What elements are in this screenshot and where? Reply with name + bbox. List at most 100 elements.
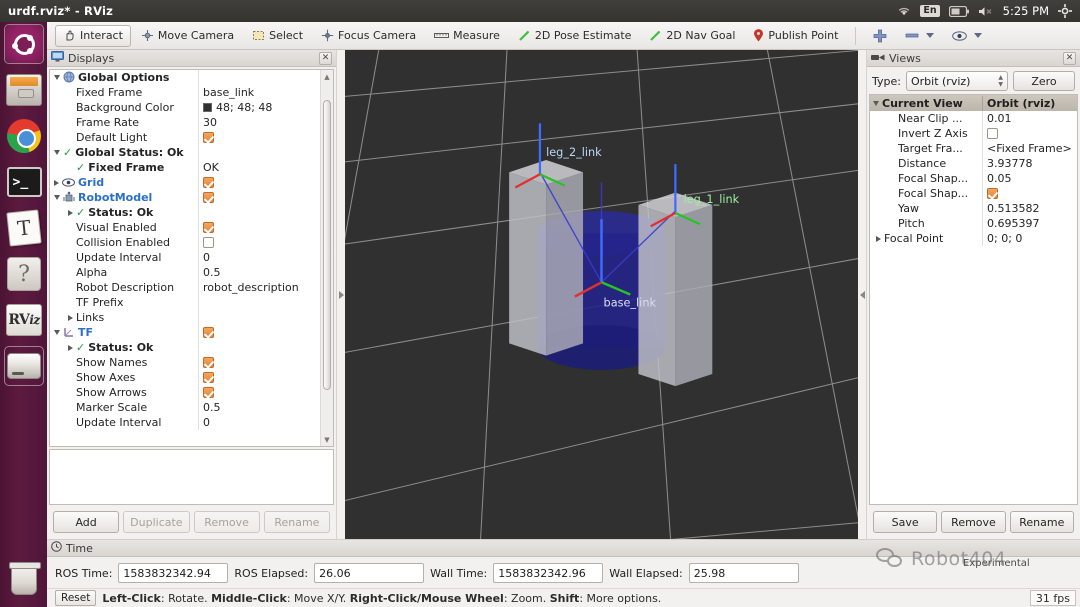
property-value[interactable]: 0.5: [198, 265, 320, 280]
display-property-row[interactable]: Show Axes: [50, 370, 320, 385]
rename-view-button[interactable]: Rename: [1009, 511, 1074, 533]
property-value[interactable]: [198, 145, 320, 160]
chevron-right-icon[interactable]: [68, 314, 73, 321]
keyboard-layout-indicator[interactable]: En: [920, 4, 940, 18]
checkbox-unchecked[interactable]: [203, 237, 214, 248]
tool-measure[interactable]: Measure: [426, 25, 508, 47]
property-value[interactable]: base_link: [198, 85, 320, 100]
remove-tool-dropdown[interactable]: [897, 25, 942, 47]
display-property-row[interactable]: Robot Description robot_description: [50, 280, 320, 295]
launcher-item-rviz[interactable]: RV iz: [4, 300, 44, 340]
checkbox-checked[interactable]: [203, 222, 214, 233]
property-value[interactable]: [198, 130, 320, 145]
property-value[interactable]: [198, 370, 320, 385]
save-view-button[interactable]: Save: [873, 511, 938, 533]
chevron-down-icon[interactable]: [54, 75, 60, 80]
chevron-right-icon[interactable]: [876, 235, 881, 242]
checkbox-checked[interactable]: [203, 372, 214, 383]
remove-view-button[interactable]: Remove: [941, 511, 1006, 533]
scrollbar-thumb[interactable]: [323, 100, 331, 390]
property-value[interactable]: 0: [198, 250, 320, 265]
view-property-row[interactable]: Focal Shap...: [870, 186, 1077, 201]
left-splitter[interactable]: [337, 50, 345, 539]
display-property-row[interactable]: ✓ Status: Ok: [50, 205, 320, 220]
tool-select[interactable]: Select: [244, 25, 311, 47]
display-property-row[interactable]: Marker Scale 0.5: [50, 400, 320, 415]
tool-focus-camera[interactable]: Focus Camera: [313, 25, 424, 47]
view-property-row[interactable]: Yaw 0.513582: [870, 201, 1077, 216]
launcher-item-drive[interactable]: [4, 346, 44, 386]
time-field-input[interactable]: 1583832342.96: [493, 563, 604, 583]
close-icon[interactable]: ✕: [319, 51, 332, 65]
chevron-down-icon[interactable]: [54, 330, 60, 335]
property-value[interactable]: [198, 190, 320, 205]
property-value[interactable]: [982, 186, 1077, 201]
launcher-item-help[interactable]: ?: [4, 254, 44, 294]
display-property-row[interactable]: ✓ Global Status: Ok: [50, 145, 320, 160]
display-property-row[interactable]: Global Options: [50, 70, 320, 85]
chevron-down-icon[interactable]: [873, 100, 879, 106]
display-property-row[interactable]: ✓ Status: Ok: [50, 340, 320, 355]
launcher-item-text-editor[interactable]: T: [4, 208, 44, 248]
chevron-right-icon[interactable]: [68, 344, 73, 351]
display-property-row[interactable]: Collision Enabled: [50, 235, 320, 250]
checkbox-checked[interactable]: [203, 132, 214, 143]
right-splitter[interactable]: [858, 50, 866, 539]
scroll-down-arrow[interactable]: ▼: [323, 434, 331, 445]
display-property-row[interactable]: Update Interval 0: [50, 250, 320, 265]
property-value[interactable]: [198, 310, 320, 325]
tool-2d-nav-goal[interactable]: 2D Nav Goal: [641, 25, 743, 47]
checkbox-checked[interactable]: [203, 327, 214, 338]
view-property-row[interactable]: Target Fra... <Fixed Frame>: [870, 141, 1077, 156]
tool-move-camera[interactable]: Move Camera: [133, 25, 242, 47]
property-value[interactable]: [198, 220, 320, 235]
property-value[interactable]: 0.513582: [982, 201, 1077, 216]
checkbox-checked[interactable]: [203, 387, 214, 398]
property-value[interactable]: [198, 355, 320, 370]
time-field-input[interactable]: 1583832342.94: [118, 563, 229, 583]
zero-button[interactable]: Zero: [1013, 71, 1075, 91]
launcher-item-files[interactable]: [4, 70, 44, 110]
property-value[interactable]: [198, 205, 320, 220]
checkbox-checked[interactable]: [203, 177, 214, 188]
launcher-item-terminal[interactable]: >_: [4, 162, 44, 202]
add-tool-button[interactable]: [865, 25, 895, 47]
displays-tree[interactable]: Global Options Fixed Frame base_link Backgr…: [50, 70, 320, 446]
property-value[interactable]: 0.01: [982, 111, 1077, 126]
displays-scrollbar[interactable]: ▲ ▼: [320, 70, 333, 446]
tool-2d-pose-estimate[interactable]: 2D Pose Estimate: [510, 25, 640, 47]
visibility-dropdown[interactable]: [944, 25, 990, 47]
chevron-down-icon[interactable]: [54, 195, 60, 200]
display-property-row[interactable]: TF Prefix: [50, 295, 320, 310]
display-property-row[interactable]: Frame Rate 30: [50, 115, 320, 130]
view-type-select[interactable]: Orbit (rviz) ▲ ▼: [905, 71, 1008, 91]
chevron-right-icon[interactable]: [54, 179, 59, 186]
checkbox-checked[interactable]: [203, 357, 214, 368]
tray-clock[interactable]: 5:25 PM: [1003, 4, 1049, 18]
property-value[interactable]: robot_description: [198, 280, 320, 295]
time-field-input[interactable]: 25.98: [688, 563, 799, 583]
tool-publish-point[interactable]: Publish Point: [745, 25, 846, 47]
view-property-row[interactable]: Invert Z Axis: [870, 126, 1077, 141]
property-value[interactable]: <Fixed Frame>: [982, 141, 1077, 156]
close-icon[interactable]: ✕: [1063, 51, 1076, 65]
view-property-row[interactable]: Near Clip ... 0.01: [870, 111, 1077, 126]
view-property-row[interactable]: Focal Point 0; 0; 0: [870, 231, 1077, 246]
view-property-row[interactable]: Pitch 0.695397: [870, 216, 1077, 231]
display-property-row[interactable]: ✓ Fixed Frame OK: [50, 160, 320, 175]
reset-button[interactable]: Reset: [55, 590, 97, 606]
property-value[interactable]: 0.05: [982, 171, 1077, 186]
render-viewport[interactable]: base_link leg_2_link leg_1_link: [345, 50, 858, 539]
current-view-header[interactable]: Current View Orbit (rviz): [870, 95, 1077, 111]
time-field-input[interactable]: 26.06: [314, 563, 425, 583]
chevron-down-icon[interactable]: [54, 150, 60, 155]
add-display-button[interactable]: Add: [53, 511, 120, 533]
property-value[interactable]: [198, 175, 320, 190]
display-property-row[interactable]: TF: [50, 325, 320, 340]
volume-muted-icon[interactable]: [978, 6, 994, 17]
display-property-row[interactable]: Show Names: [50, 355, 320, 370]
property-value[interactable]: [198, 325, 320, 340]
property-value[interactable]: 30: [198, 115, 320, 130]
view-property-row[interactable]: Focal Shap... 0.05: [870, 171, 1077, 186]
checkbox-checked[interactable]: [987, 188, 998, 199]
